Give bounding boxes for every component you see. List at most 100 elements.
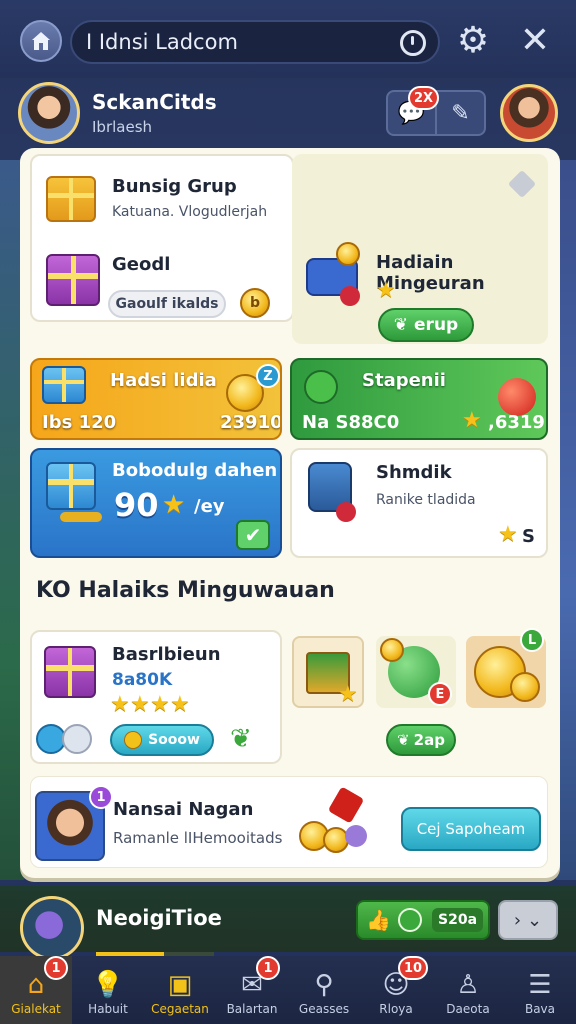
reward-tile-coins[interactable]: L — [466, 628, 546, 708]
card-shmdik[interactable]: Shmdik Ranike tladida ★ S — [290, 448, 548, 558]
star-icon: ★ — [130, 692, 150, 717]
nav-label: Daeota — [446, 1002, 490, 1016]
nav-item-menu[interactable]: ☰ Bava — [504, 956, 576, 1024]
friend-name: Nansai Nagan — [113, 799, 254, 820]
thumbs-up-icon: 👍 — [366, 908, 391, 932]
coin-pile-badge: L — [520, 628, 544, 652]
currency-value: S20a — [432, 908, 484, 932]
card-orange[interactable]: Hadsi lidia Z Ibs 120 23910 — [30, 358, 282, 440]
weekly-gift-title: Hadiain Mingeuran — [376, 252, 485, 294]
section-title: KO Halaiks Minguwauan — [36, 578, 335, 603]
search-icon[interactable] — [400, 30, 426, 56]
edit-button[interactable]: ✎ — [437, 92, 484, 134]
orange-card-title: Hadsi lidia — [110, 370, 217, 391]
nav-label: Bava — [524, 1002, 556, 1016]
rewards-button[interactable]: ❦ 2ap — [386, 724, 456, 756]
shmdik-subtitle: Ranike tladida — [376, 492, 476, 508]
card-green[interactable]: Stapenii Na S88C0 ★ ,6319 — [290, 358, 548, 440]
home-button[interactable] — [20, 20, 62, 62]
shop-icon: ▣ — [167, 970, 193, 1000]
star-icon: ★ — [462, 408, 482, 433]
purple-gift-icon — [46, 254, 100, 306]
star-icon: ★ — [162, 490, 186, 520]
currency-panel[interactable]: 👍 S20a — [356, 900, 490, 940]
nav-item-shop[interactable]: ▣ Cegaetan — [144, 956, 216, 1024]
chevron-down-icon: ⌄ — [527, 909, 543, 931]
coin-icon — [336, 242, 360, 266]
blue-card-value: 90 — [114, 486, 159, 524]
reward-tile-crate[interactable]: ★ — [292, 636, 364, 708]
chevron-right-icon: › — [513, 909, 522, 931]
card-friend[interactable]: 1 Nansai Nagan Ramanle lIHemooitads Cej … — [30, 776, 548, 868]
player-avatar[interactable] — [18, 82, 80, 144]
nav-item-home[interactable]: ⌂ Gialekat 1 — [0, 956, 72, 1024]
shmdik-stars: S — [522, 526, 535, 547]
flower-icon — [336, 502, 356, 522]
geodi-button[interactable]: Gaoulf ikalds — [108, 290, 226, 318]
shmdik-title: Shmdik — [376, 462, 452, 483]
coin-icon — [380, 638, 404, 662]
card-weekly-gift[interactable]: Hadiain Mingeuran ★ ❦ erup — [292, 154, 548, 344]
nav-label: Rloya — [379, 1002, 413, 1016]
coin-icon: b — [240, 288, 270, 318]
gear-icon: ⚙ — [456, 20, 490, 61]
nav-item-profile[interactable]: ♙ Daeota — [432, 956, 504, 1024]
green-card-value-right: ,6319 — [488, 412, 545, 433]
gift-box-icon — [46, 176, 96, 222]
green-card-value-left: Na S88C0 — [302, 412, 400, 433]
weekly-row-amount: 8a80K — [112, 670, 173, 690]
settings-button[interactable]: ⚙ — [452, 20, 494, 62]
apple-icon — [498, 378, 536, 416]
bulb-icon: 💡 — [91, 970, 125, 1000]
close-button[interactable]: ✕ — [514, 20, 556, 62]
weekly-row-button-label: Sooow — [148, 732, 200, 748]
nav-badge: 1 — [256, 956, 280, 980]
bottom-navigation: ⌂ Gialekat 1 💡 Habuit ▣ Cegaetan ✉ Balar… — [0, 956, 576, 1024]
star-icon: ★ — [338, 682, 358, 707]
blue-card-title: Bobodulg dahen — [112, 460, 278, 481]
home-icon: ⌂ — [27, 970, 45, 1000]
nav-label: Geasses — [298, 1002, 350, 1016]
card-blue[interactable]: Bobodulg dahen 90 ★ /ey ✔ — [30, 448, 282, 558]
card-geodi[interactable]: Bunsig Grup Katuana. Vlogudlerjah Geodl … — [30, 154, 294, 322]
nav-item-mail[interactable]: ✉ Balartan 1 — [216, 956, 288, 1024]
search-input[interactable]: I Idnsi Ladcom — [86, 30, 238, 54]
coin-icon — [510, 672, 540, 702]
main-panel: Bunsig Grup Katuana. Vlogudlerjah Geodl … — [20, 148, 560, 878]
top-bar: I Idnsi Ladcom ⚙ ✕ — [0, 0, 576, 78]
leaf-icon: ❦ — [393, 315, 409, 335]
orange-card-value-left: Ibs 120 — [42, 412, 117, 433]
nav-item-friends[interactable]: ☺ Rloya 10 — [360, 956, 432, 1024]
reward-tile-orbs[interactable]: E — [376, 636, 456, 708]
player-bar-name: NeoigiTioe — [96, 906, 222, 930]
card-weekly-row[interactable]: Basrlbieun 8a80K ★ ★ ★ ★ Sooow ❦ — [30, 630, 282, 764]
gem-icon — [345, 825, 367, 847]
profile-icon: ♙ — [456, 970, 480, 1000]
friend-badge: 1 — [89, 785, 113, 809]
nav-item-search[interactable]: ⚲ Geasses — [288, 956, 360, 1024]
friend-avatar[interactable] — [500, 84, 558, 142]
green-orb-icon — [304, 370, 338, 404]
expand-button[interactable]: › ⌄ — [498, 900, 558, 940]
orange-card-badge: Z — [256, 364, 280, 388]
nav-label: Balartan — [226, 1002, 278, 1016]
star-icon: ★ — [170, 692, 190, 717]
weekly-row-button[interactable]: Sooow — [110, 724, 214, 756]
weekly-row-title: Basrlbieun — [112, 644, 221, 665]
weekly-gift-button[interactable]: ❦ erup — [378, 308, 474, 342]
key-icon — [60, 512, 102, 522]
friend-action-button[interactable]: Cej Sapoheam — [401, 807, 541, 851]
close-icon: ✕ — [519, 20, 551, 61]
chat-icon — [398, 908, 422, 932]
leaf-icon: ❦ — [397, 731, 410, 749]
check-button[interactable]: ✔ — [236, 520, 270, 550]
leaf-icon: ❦ — [230, 724, 252, 754]
nav-label: Habuit — [88, 1002, 128, 1016]
gift-box-icon — [44, 646, 96, 698]
bow-icon — [327, 786, 365, 824]
player-bar-avatar[interactable] — [20, 896, 84, 960]
nav-item-bulb[interactable]: 💡 Habuit — [72, 956, 144, 1024]
search-bar[interactable]: I Idnsi Ladcom — [70, 20, 440, 64]
notification-badge: 2X — [408, 86, 440, 110]
search-icon: ⚲ — [314, 970, 334, 1000]
